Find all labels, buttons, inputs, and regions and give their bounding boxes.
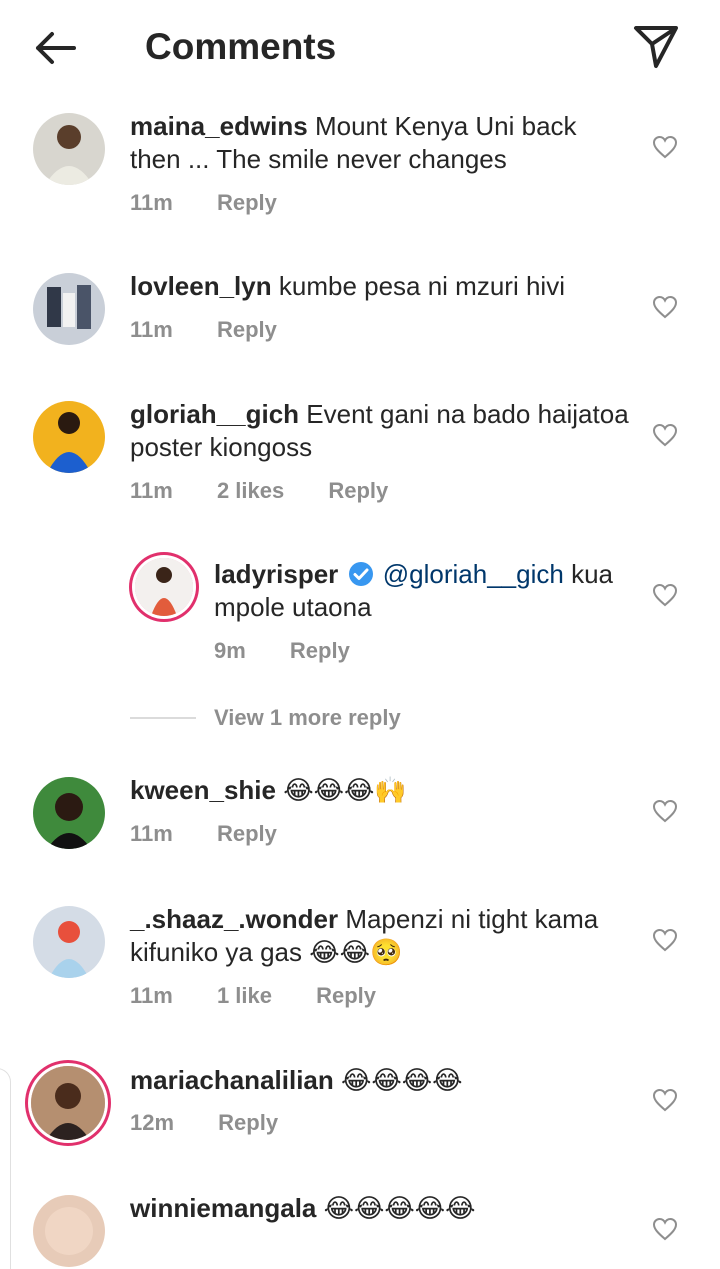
comment-meta: 11m 1 like Reply — [130, 983, 414, 1009]
view-replies-divider — [130, 717, 196, 719]
avatar[interactable] — [33, 401, 105, 473]
reply-button[interactable]: Reply — [328, 478, 388, 503]
header-bar: Comments — [0, 0, 720, 96]
arrow-left-icon — [36, 32, 76, 64]
page-title: Comments — [145, 26, 337, 67]
comment-username[interactable]: maina_edwins — [130, 111, 308, 141]
reply-button[interactable]: Reply — [290, 638, 350, 663]
comment-meta: 11m Reply — [130, 317, 315, 343]
avatar[interactable] — [33, 273, 105, 345]
comment-time: 11m — [130, 478, 173, 503]
heart-outline-icon[interactable] — [652, 1217, 678, 1241]
paper-plane-icon — [634, 26, 678, 68]
edge-card — [0, 1068, 11, 1269]
comment-meta: 11m Reply — [130, 821, 315, 847]
comment-text: mariachanalilian 😂😂😂😂 — [130, 1064, 630, 1097]
comment-text: maina_edwins Mount Kenya Uni back then .… — [130, 110, 630, 176]
comment-meta: 9m Reply — [214, 638, 388, 664]
comment-username[interactable]: winniemangala — [130, 1193, 316, 1223]
comment-username[interactable]: _.shaaz_.wonder — [130, 904, 338, 934]
heart-outline-icon[interactable] — [652, 583, 678, 607]
comment-time: 11m — [130, 190, 173, 215]
comment-username[interactable]: gloriah__gich — [130, 399, 299, 429]
reply-button[interactable]: Reply — [316, 983, 376, 1008]
comment-username[interactable]: ladyrisper — [214, 559, 338, 589]
avatar[interactable] — [33, 1195, 105, 1267]
comment-text: winniemangala 😂😂😂😂😂 — [130, 1192, 630, 1225]
comment-meta: 11m Reply — [130, 190, 315, 216]
comment-time: 9m — [214, 638, 246, 663]
comment-likes[interactable]: 1 like — [217, 983, 272, 1008]
reply-button[interactable]: Reply — [217, 317, 277, 342]
comment-time: 11m — [130, 317, 173, 342]
avatar[interactable] — [33, 113, 105, 185]
comment-text: kween_shie 😂😂😂🙌 — [130, 774, 630, 807]
heart-outline-icon[interactable] — [652, 295, 678, 319]
reply-button[interactable]: Reply — [217, 821, 277, 846]
comment-time: 12m — [130, 1110, 175, 1135]
avatar[interactable] — [135, 558, 193, 616]
comment-likes[interactable]: 2 likes — [217, 478, 284, 503]
comment-text: _.shaaz_.wonder Mapenzi ni tight kama ki… — [130, 903, 630, 969]
comment-username[interactable]: kween_shie — [130, 775, 276, 805]
avatar[interactable] — [31, 1066, 105, 1140]
comment-time: 11m — [130, 983, 173, 1008]
comment-time: 11m — [130, 821, 173, 846]
reply-button[interactable]: Reply — [217, 190, 277, 215]
view-more-replies-button[interactable]: View 1 more reply — [214, 705, 401, 731]
comment-username[interactable]: mariachanalilian — [130, 1065, 334, 1095]
comment-text: gloriah__gich Event gani na bado haijato… — [130, 398, 630, 464]
share-button[interactable] — [628, 20, 684, 72]
mention-link[interactable]: @gloriah__gich — [383, 559, 564, 589]
reply-button[interactable]: Reply — [218, 1110, 278, 1135]
avatar[interactable] — [33, 777, 105, 849]
heart-outline-icon[interactable] — [652, 423, 678, 447]
heart-outline-icon[interactable] — [652, 928, 678, 952]
comment-meta: 12m Reply — [130, 1110, 316, 1136]
heart-outline-icon[interactable] — [652, 799, 678, 823]
comment-body: 😂😂😂😂😂 — [323, 1193, 476, 1223]
comment-body: kumbe pesa ni mzuri hivi — [278, 271, 565, 301]
heart-outline-icon[interactable] — [652, 135, 678, 159]
heart-outline-icon[interactable] — [652, 1088, 678, 1112]
avatar[interactable] — [33, 906, 105, 978]
comment-body: 😂😂😂🙌 — [283, 775, 407, 805]
comment-meta: 11m 2 likes Reply — [130, 478, 426, 504]
comment-username[interactable]: lovleen_lyn — [130, 271, 272, 301]
back-button[interactable] — [28, 24, 84, 72]
comment-body: 😂😂😂😂 — [341, 1065, 463, 1095]
verified-badge-icon — [348, 562, 373, 586]
comment-text: lovleen_lyn kumbe pesa ni mzuri hivi — [130, 270, 630, 303]
comment-text: ladyrisper @gloriah__gich kua mpole utao… — [214, 558, 634, 624]
